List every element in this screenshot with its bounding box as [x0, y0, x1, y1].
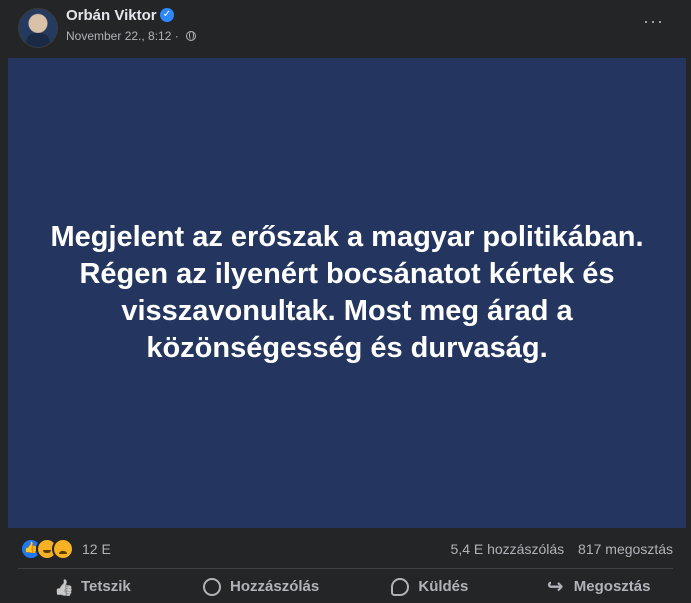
share-label: Megosztás	[573, 578, 651, 595]
messenger-icon	[391, 577, 410, 596]
post-date[interactable]: November 22., 8:12	[66, 29, 171, 43]
share-button[interactable]: Megosztás	[514, 570, 683, 603]
post-text: Megjelent az erőszak a magyar politikába…	[50, 221, 644, 364]
author-avatar[interactable]	[18, 8, 58, 48]
meta-separator: ·	[174, 29, 179, 43]
like-button[interactable]: Tetszik	[8, 570, 177, 603]
share-count[interactable]: 817 megosztás	[578, 541, 673, 557]
post-header: Orbán Viktor ✓ November 22., 8:12 · ···	[0, 0, 691, 56]
comment-button[interactable]: Hozzászólás	[177, 570, 346, 603]
comment-icon	[203, 577, 222, 596]
more-options-icon[interactable]: ···	[643, 12, 663, 31]
like-outline-icon	[54, 578, 72, 596]
comment-count[interactable]: 5,4 E hozzászólás	[451, 541, 565, 557]
post-meta: November 22., 8:12 ·	[66, 29, 197, 43]
reaction-summary[interactable]: 12 E	[20, 538, 111, 560]
post-actions: Tetszik Hozzászólás Küldés Megosztás	[8, 570, 683, 603]
actions-divider	[18, 568, 673, 569]
globe-icon[interactable]	[186, 31, 197, 41]
send-button[interactable]: Küldés	[346, 570, 515, 603]
facebook-post-card: Orbán Viktor ✓ November 22., 8:12 · ··· …	[0, 0, 691, 603]
author-name[interactable]: Orbán Viktor	[66, 7, 157, 24]
sad-icon	[52, 538, 74, 560]
like-label: Tetszik	[81, 578, 131, 595]
send-label: Küldés	[418, 578, 469, 595]
share-icon	[547, 574, 565, 599]
verified-badge-icon: ✓	[160, 8, 174, 22]
reaction-count[interactable]: 12 E	[82, 541, 111, 557]
comment-label: Hozzászólás	[230, 578, 320, 595]
post-text-image[interactable]: Megjelent az erőszak a magyar politikába…	[8, 58, 686, 528]
engagement-stats: 5,4 E hozzászólás 817 megosztás	[441, 541, 673, 557]
